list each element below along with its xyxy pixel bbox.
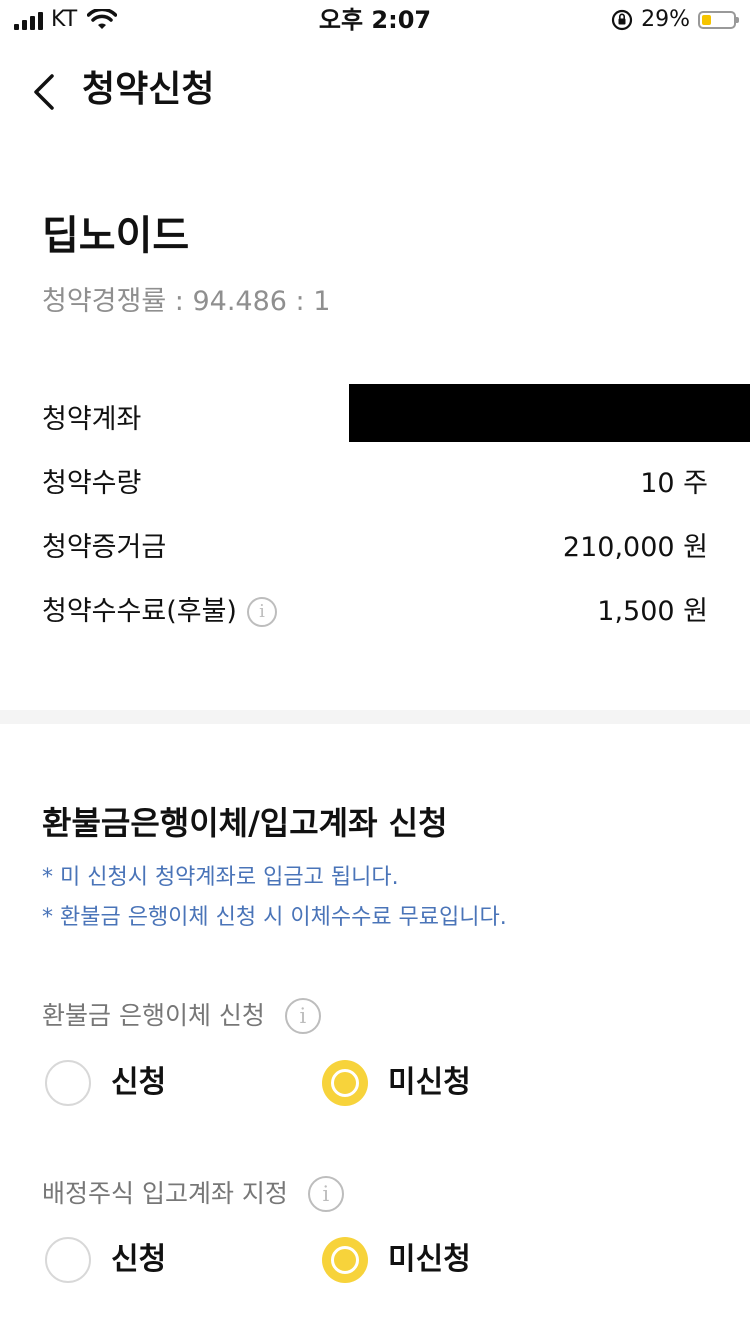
chevron-left-icon [34, 74, 54, 110]
bank-transfer-not-apply-label: 미신청 [388, 1065, 471, 1100]
bank-transfer-label-wrap: 환불금 은행이체 신청 i [42, 998, 321, 1034]
bank-transfer-apply-option[interactable]: 신청 [45, 1060, 166, 1106]
fee-value: 1,500 원 [597, 596, 708, 627]
page-title: 청약신청 [82, 69, 215, 110]
info-icon[interactable]: i [307, 1176, 344, 1212]
refund-note-2: * 환불금 은행이체 신청 시 이체수수료 무료입니다. [42, 905, 507, 930]
back-button[interactable] [26, 66, 70, 114]
radio-unselected[interactable] [45, 1237, 91, 1283]
stock-account-apply-label: 신청 [111, 1242, 167, 1277]
status-right: 29% [611, 7, 739, 32]
section-divider [0, 710, 750, 724]
competition-ratio: 청약경쟁률 : 94.486 : 1 [42, 286, 331, 317]
battery-percent: 29% [641, 7, 690, 32]
battery-icon [698, 11, 739, 29]
stock-account-label-wrap: 배정주식 입고계좌 지정 i [42, 1176, 344, 1212]
info-icon[interactable]: i [246, 597, 277, 627]
deposit-row: 청약증거금 210,000 원 [42, 528, 708, 568]
radio-unselected[interactable] [45, 1060, 91, 1106]
quantity-label: 청약수량 [42, 468, 142, 499]
info-icon[interactable]: i [284, 998, 321, 1034]
fee-label: 청약수수료(후불) [42, 596, 237, 627]
stock-account-not-apply-label: 미신청 [388, 1242, 471, 1277]
bank-transfer-label: 환불금 은행이체 신청 [42, 1001, 265, 1030]
stock-account-apply-option[interactable]: 신청 [45, 1237, 166, 1283]
refund-section-title: 환불금은행이체/입고계좌 신청 [42, 804, 448, 842]
deposit-value: 210,000 원 [562, 532, 708, 563]
radio-selected[interactable] [322, 1060, 368, 1106]
rotation-lock-icon [611, 9, 633, 31]
deposit-label: 청약증거금 [42, 532, 167, 563]
bank-transfer-apply-label: 신청 [111, 1065, 167, 1100]
radio-selected[interactable] [322, 1237, 368, 1283]
fee-label-wrap: 청약수수료(후불) i [42, 592, 277, 632]
header: 청약신청 [0, 58, 750, 122]
account-label: 청약계좌 [42, 404, 142, 435]
quantity-value: 10 주 [640, 468, 708, 499]
status-bar: KT 오후 2:07 29% [0, 0, 750, 40]
quantity-row: 청약수량 10 주 [42, 464, 708, 504]
battery-fill [702, 15, 711, 25]
redacted-account-number [349, 384, 750, 442]
stock-name: 딥노이드 [42, 213, 190, 259]
bank-transfer-not-apply-option[interactable]: 미신청 [322, 1060, 471, 1106]
fee-row: 청약수수료(후불) i 1,500 원 [42, 592, 708, 632]
refund-note-1: * 미 신청시 청약계좌로 입금고 됩니다. [42, 865, 399, 890]
stock-account-label: 배정주식 입고계좌 지정 [42, 1179, 288, 1208]
stock-account-not-apply-option[interactable]: 미신청 [322, 1237, 471, 1283]
